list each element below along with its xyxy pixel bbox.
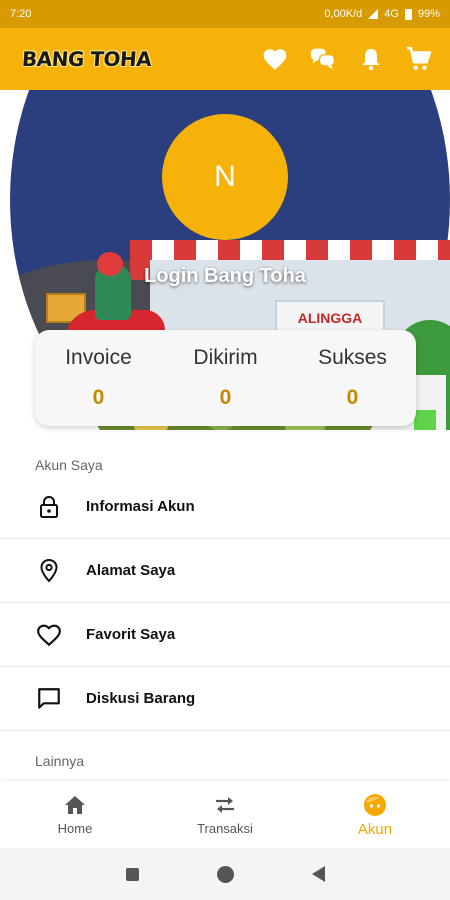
swap-icon [213, 793, 237, 817]
system-navigation-bar [0, 848, 450, 900]
message-icon [36, 686, 62, 712]
menu-label: Favorit Saya [86, 626, 176, 643]
nav-item-akun[interactable]: Akun [300, 781, 450, 848]
lock-icon [36, 494, 62, 520]
battery-level: 99% [417, 8, 440, 20]
app-logo: BANG TOHA [21, 47, 153, 71]
menu-label: Diskusi Barang [86, 690, 196, 707]
login-title[interactable]: Login Bang Toha [0, 265, 450, 288]
status-bar: 7:20 0,00K/d 4G 99% [0, 0, 450, 28]
recent-apps-icon[interactable] [125, 867, 139, 881]
bell-icon[interactable] [358, 46, 384, 72]
home-icon [63, 793, 87, 817]
bottom-navigation: Home Transaksi Akun [0, 781, 450, 848]
heart-outline-icon [36, 622, 62, 648]
menu-label: Alamat Saya [86, 562, 176, 579]
nav-label: Transaksi [197, 821, 253, 836]
stat-sukses[interactable]: Sukses 0 [289, 330, 416, 426]
battery-icon [404, 8, 412, 20]
status-time: 7:20 [10, 8, 32, 20]
home-button-icon[interactable] [216, 865, 234, 883]
nav-item-home[interactable]: Home [0, 781, 150, 848]
menu-label: Informasi Akun [86, 498, 195, 515]
menu-item-account-info[interactable]: Informasi Akun [0, 475, 450, 539]
nav-label: Home [57, 821, 93, 836]
network-type: 4G [384, 8, 399, 20]
data-speed: 0,00K/d [324, 8, 363, 20]
face-icon [363, 793, 387, 817]
menu-item-address[interactable]: Alamat Saya [0, 539, 450, 603]
stat-value: 0 [92, 386, 105, 409]
section-title-account: Akun Saya [35, 457, 103, 473]
menu-item-favorites[interactable]: Favorit Saya [0, 603, 450, 667]
section-title-other: Lainnya [35, 753, 85, 769]
status-indicators: 0,00K/d 4G 99% [324, 8, 440, 20]
stat-label: Invoice [65, 346, 132, 369]
menu-item-discussion[interactable]: Diskusi Barang [0, 667, 450, 731]
chat-icon[interactable] [310, 46, 336, 72]
location-pin-icon [36, 558, 62, 584]
stat-invoice[interactable]: Invoice 0 [35, 330, 162, 426]
stat-value: 0 [346, 386, 359, 409]
stat-label: Sukses [318, 346, 387, 369]
stat-dikirim[interactable]: Dikirim 0 [162, 330, 289, 426]
app-bar: BANG TOHA [0, 28, 450, 90]
signal-icon [368, 9, 379, 19]
nav-item-transaksi[interactable]: Transaksi [150, 781, 300, 848]
stat-value: 0 [219, 386, 232, 409]
stat-label: Dikirim [193, 346, 258, 369]
appbar-actions [262, 46, 432, 72]
nav-label: Akun [357, 821, 393, 838]
cart-icon[interactable] [406, 46, 432, 72]
avatar[interactable]: N [162, 114, 288, 240]
heart-icon[interactable] [262, 46, 288, 72]
back-icon[interactable] [311, 866, 325, 882]
order-stats-card: Invoice 0 Dikirim 0 Sukses 0 [35, 330, 416, 426]
